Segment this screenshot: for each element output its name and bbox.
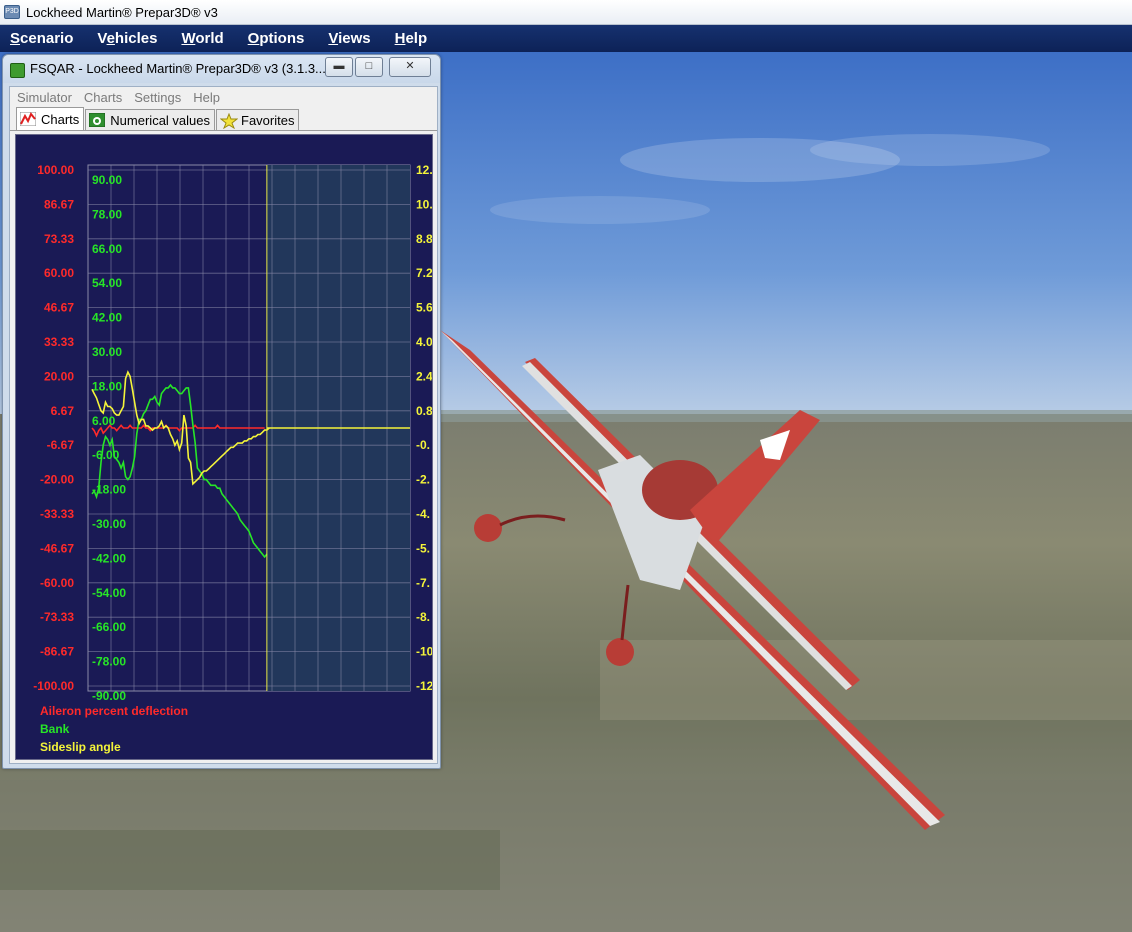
red-axis-tick: -73.33 [40, 610, 74, 624]
yellow-axis-tick: 10. [416, 197, 432, 211]
star-icon [219, 112, 239, 130]
minimize-icon: ▬ [333, 60, 345, 72]
tab-numerical-values[interactable]: Numerical values [85, 109, 215, 130]
legend-entry: Bank [40, 722, 70, 736]
menu-scenario[interactable]: Scenario [10, 30, 73, 47]
yellow-axis-tick: -10 [416, 645, 432, 659]
fsqar-client-area: Simulator Charts Settings Help Charts Numeri… [9, 86, 438, 764]
red-axis-tick: 33.33 [44, 335, 74, 349]
menu-world[interactable]: World [181, 30, 223, 47]
yellow-axis-tick: 7.2 [416, 266, 432, 280]
yellow-axis-tick: 0.8 [416, 404, 432, 418]
yellow-axis-tick: -8. [416, 610, 430, 624]
yellow-axis-tick: -5. [416, 541, 430, 555]
yellow-axis-tick: -2. [416, 473, 430, 487]
green-axis-tick: 30.00 [92, 345, 122, 359]
line-chart-icon [19, 111, 37, 127]
green-axis-tick: -90.00 [92, 689, 126, 703]
tab-favorites[interactable]: Favorites [216, 109, 300, 130]
red-axis-tick: -20.00 [40, 473, 74, 487]
tab-charts[interactable]: Charts [16, 107, 85, 130]
green-axis-tick: -54.00 [92, 586, 126, 600]
tab-label: Numerical values [110, 112, 210, 128]
red-axis-tick: -33.33 [40, 507, 74, 521]
red-axis-tick: 73.33 [44, 232, 74, 246]
green-axis-tick: 90.00 [92, 173, 122, 187]
red-axis-tick: -46.67 [40, 541, 74, 555]
fsqar-title-bar[interactable]: FSQAR - Lockheed Martin® Prepar3D® v3 (3… [3, 55, 440, 83]
green-axis-tick: 18.00 [92, 379, 122, 393]
yellow-axis-tick: 12. [416, 163, 432, 177]
red-axis-tick: -60.00 [40, 576, 74, 590]
fsqar-menu-simulator[interactable]: Simulator [17, 90, 72, 105]
app-title-bar: P3D Lockheed Martin® Prepar3D® v3 [0, 0, 1132, 25]
numeric-gauge-icon [88, 112, 106, 128]
red-axis-tick: 86.67 [44, 197, 74, 211]
red-axis-tick: -6.67 [47, 438, 75, 452]
chart-panel: 100.00 86.67 73.33 60.00 46.67 33.33 20.00 6.67… [15, 134, 433, 760]
red-axis-tick: 46.67 [44, 301, 74, 315]
restore-icon: □ [365, 60, 373, 72]
green-axis-tick: -6.00 [92, 448, 120, 462]
red-axis-tick: -100.00 [33, 679, 74, 693]
green-axis-tick: -30.00 [92, 517, 126, 531]
yellow-axis-tick: -4. [416, 507, 430, 521]
fsqar-menu-settings[interactable]: Settings [134, 90, 181, 105]
green-axis-tick: 66.00 [92, 242, 122, 256]
menu-options[interactable]: Options [248, 30, 305, 47]
yellow-axis-tick: -7. [416, 576, 430, 590]
red-axis-tick: -86.67 [40, 645, 74, 659]
fsqar-tab-bar: Charts Numerical values Favorites [10, 107, 437, 131]
green-axis-tick: 6.00 [92, 414, 116, 428]
tab-label: Charts [41, 111, 80, 127]
fsqar-menu-help[interactable]: Help [193, 90, 220, 105]
menu-vehicles[interactable]: Vehicles [97, 30, 157, 47]
tab-label: Favorites [241, 112, 295, 128]
green-axis-tick: -66.00 [92, 620, 126, 634]
yellow-axis-tick: 5.6 [416, 301, 432, 315]
legend-entry: Aileron percent deflection [40, 704, 188, 718]
legend-entry: Sideslip angle [40, 740, 121, 754]
fsqar-app-icon [10, 63, 25, 78]
fsqar-window-title: FSQAR - Lockheed Martin® Prepar3D® v3 (3… [30, 61, 330, 76]
green-axis-tick: 54.00 [92, 276, 122, 290]
yellow-axis-tick: -12 [416, 679, 432, 693]
restore-button[interactable]: □ [355, 57, 383, 77]
flight-data-chart: 100.00 86.67 73.33 60.00 46.67 33.33 20.00 6.67… [33, 163, 432, 754]
green-axis-tick: -78.00 [92, 655, 126, 669]
red-axis-tick: 20.00 [44, 369, 74, 383]
app-title: Lockheed Martin® Prepar3D® v3 [26, 4, 218, 20]
red-axis-tick: 6.67 [51, 404, 75, 418]
prepar3d-app-icon: P3D [4, 5, 20, 19]
close-icon: ✕ [405, 60, 415, 72]
green-axis-tick: 78.00 [92, 207, 122, 221]
yellow-axis-tick: 2.4 [416, 369, 432, 383]
yellow-axis-tick: 8.8 [416, 232, 432, 246]
green-axis-tick: 42.00 [92, 311, 122, 325]
fsqar-menu-bar: Simulator Charts Settings Help [10, 87, 437, 107]
menu-views[interactable]: Views [328, 30, 370, 47]
red-axis-tick: 100.00 [37, 163, 74, 177]
fsqar-window: FSQAR - Lockheed Martin® Prepar3D® v3 (3… [2, 54, 441, 769]
menu-help[interactable]: Help [395, 30, 428, 47]
close-button[interactable]: ✕ [389, 57, 431, 77]
minimize-button[interactable]: ▬ [325, 57, 353, 77]
green-axis-tick: -42.00 [92, 551, 126, 565]
main-menu-bar: Scenario Vehicles World Options Views Help [0, 25, 1132, 52]
yellow-axis-tick: 4.0 [416, 335, 432, 349]
yellow-axis-tick: -0. [416, 438, 430, 452]
red-axis-tick: 60.00 [44, 266, 74, 280]
fsqar-menu-charts[interactable]: Charts [84, 90, 122, 105]
